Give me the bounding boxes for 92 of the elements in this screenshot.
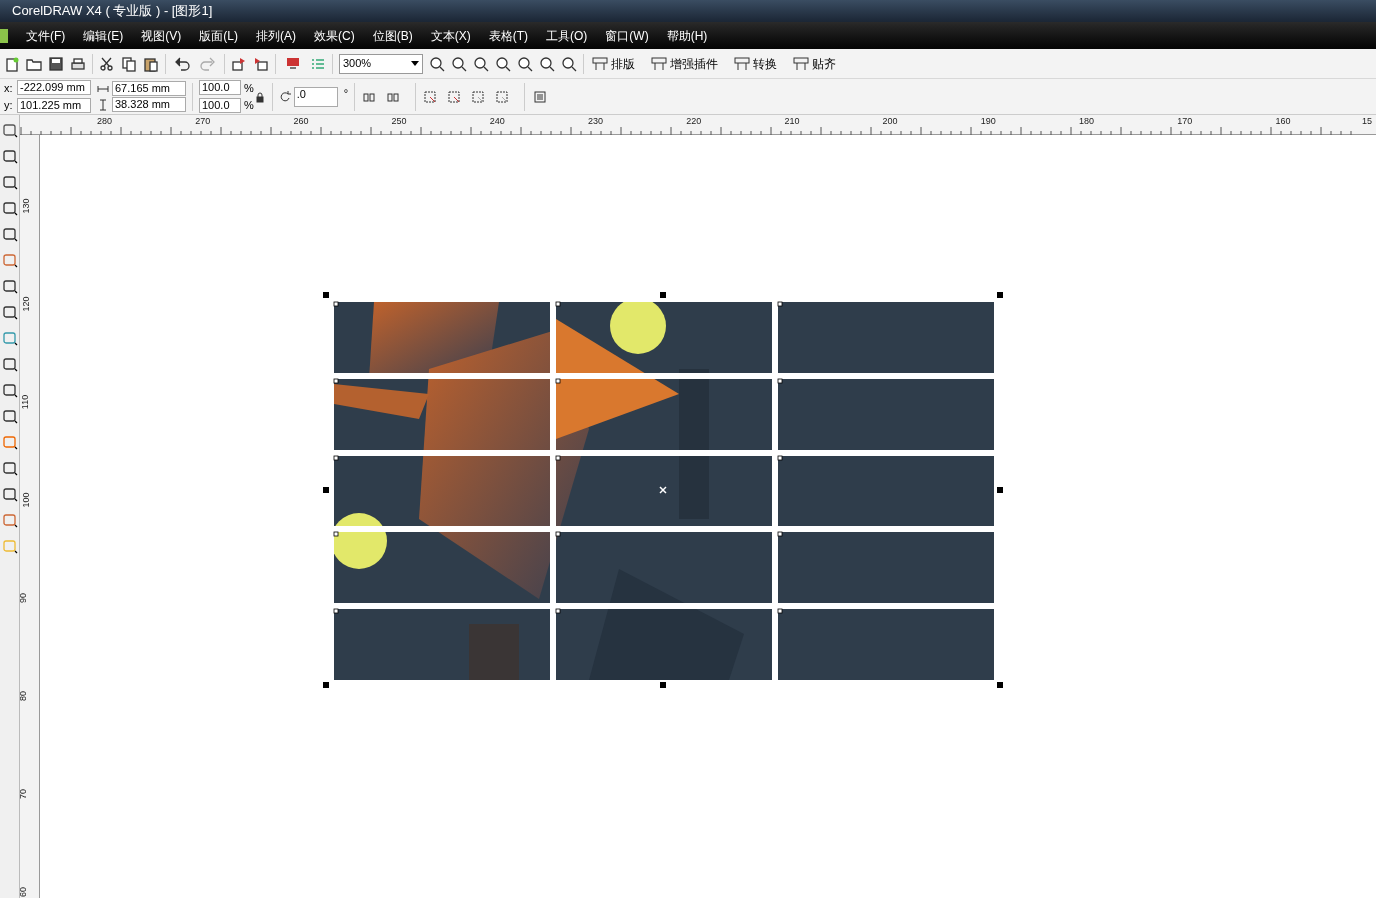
menu-item[interactable]: 工具(O) [546,26,588,45]
input-field[interactable]: -222.099 mm [17,80,91,96]
selection-handle[interactable] [323,487,329,493]
grid-icon [651,56,667,71]
window-title: CorelDRAW X4 ( 专业版 ) - [图形1] [12,2,213,21]
node-handle[interactable] [777,608,783,614]
ruler-label: 180 [1079,116,1095,126]
menu-item[interactable]: 编辑(E) [83,26,124,45]
node-handle[interactable] [333,301,339,307]
menu-item[interactable]: 文本(X) [430,26,471,45]
node-handle[interactable] [777,531,783,537]
toolbar-text-button[interactable]: 增强插件 [649,54,720,73]
ruler-label: 210 [784,116,800,126]
ruler-label: 220 [686,116,702,126]
toolbar-text-button[interactable]: 贴齐 [791,54,838,73]
ruler-label: 190 [980,116,996,126]
rotate-icon [278,90,291,103]
ruler-label: 70 [18,789,28,799]
ruler-label: 80 [18,691,28,701]
node-handle[interactable] [555,531,561,537]
input-field[interactable]: 38.328 mm [112,97,186,112]
grid-icon [592,56,608,71]
selection-handle[interactable] [997,682,1003,688]
node-handle[interactable] [555,301,561,307]
unit-label: ° [343,86,349,101]
dropdown-arrow-icon [411,61,419,66]
node-handle[interactable] [333,531,339,537]
menu-item[interactable]: 排列(A) [256,26,296,45]
unit-label: % [244,98,254,113]
print-icon[interactable] [70,55,86,72]
app-icon [0,28,8,43]
menu-item[interactable]: 版面(L) [199,26,238,45]
new-document-icon[interactable] [4,55,20,72]
ruler-label: 160 [1275,116,1291,126]
height-arrows-icon [97,98,109,111]
selection-handle[interactable] [323,682,329,688]
node-handle[interactable] [555,455,561,461]
node-handle[interactable] [555,378,561,384]
input-field[interactable]: .0 [293,86,338,107]
selection-handle[interactable] [997,487,1003,493]
grid-icon [793,56,809,71]
menu-item[interactable]: 位图(B) [372,26,413,45]
unit-label: % [244,80,254,96]
selection-handle[interactable] [660,682,666,688]
ruler-label: 100 [20,492,31,508]
ruler-label: 90 [18,593,28,603]
ruler-label: 270 [195,116,211,126]
ruler-label: 170 [1177,116,1193,126]
input-field[interactable]: 101.225 mm [17,97,91,113]
ruler-label: 240 [489,116,505,126]
node-handle[interactable] [777,301,783,307]
ruler-label: 230 [588,116,604,126]
node-handle[interactable] [777,455,783,461]
menu-item[interactable]: 窗口(W) [605,26,649,45]
lock-icon [253,90,266,103]
menu-item[interactable]: 帮助(H) [666,26,708,45]
input-field[interactable]: 100.0 [199,97,241,113]
ruler-label: 250 [391,116,407,126]
node-handle[interactable] [333,608,339,614]
ruler-label: 60 [18,887,28,897]
ruler-label: 15 [1362,116,1372,126]
paste-icon[interactable] [143,55,159,72]
ruler-label: 200 [882,116,898,126]
menu-item[interactable]: 视图(V) [141,26,182,45]
toolbar-text-button[interactable]: 转换 [732,54,779,73]
toolbar-text-button[interactable]: 排版 [590,54,637,73]
selection-handle[interactable] [997,292,1003,298]
ruler-label: 260 [293,116,309,126]
node-handle[interactable] [777,378,783,384]
import-icon[interactable] [231,55,247,72]
export-icon[interactable] [253,55,269,72]
center-mark-icon [659,486,667,494]
field-label: y: [4,98,14,113]
menu-item[interactable]: 效果(C) [314,26,355,45]
copy-icon[interactable] [121,55,137,72]
zoom-level-dropdown[interactable]: 300% [339,53,423,74]
cut-icon[interactable] [99,55,115,72]
ruler-label: 120 [20,296,31,312]
grid-icon [734,56,750,71]
menu-item[interactable]: 表格(T) [488,26,528,45]
ruler-label: 280 [97,116,113,126]
selection-handle[interactable] [323,292,329,298]
menu-item[interactable]: 文件(F) [26,26,66,45]
input-field[interactable]: 67.165 mm [112,81,186,96]
node-handle[interactable] [555,608,561,614]
ruler-label: 130 [20,198,31,214]
input-field[interactable]: 100.0 [199,80,241,96]
ruler-label: 110 [20,394,31,410]
save-icon[interactable] [48,55,64,72]
field-label: x: [4,80,14,96]
selection-handle[interactable] [660,292,666,298]
node-handle[interactable] [333,455,339,461]
